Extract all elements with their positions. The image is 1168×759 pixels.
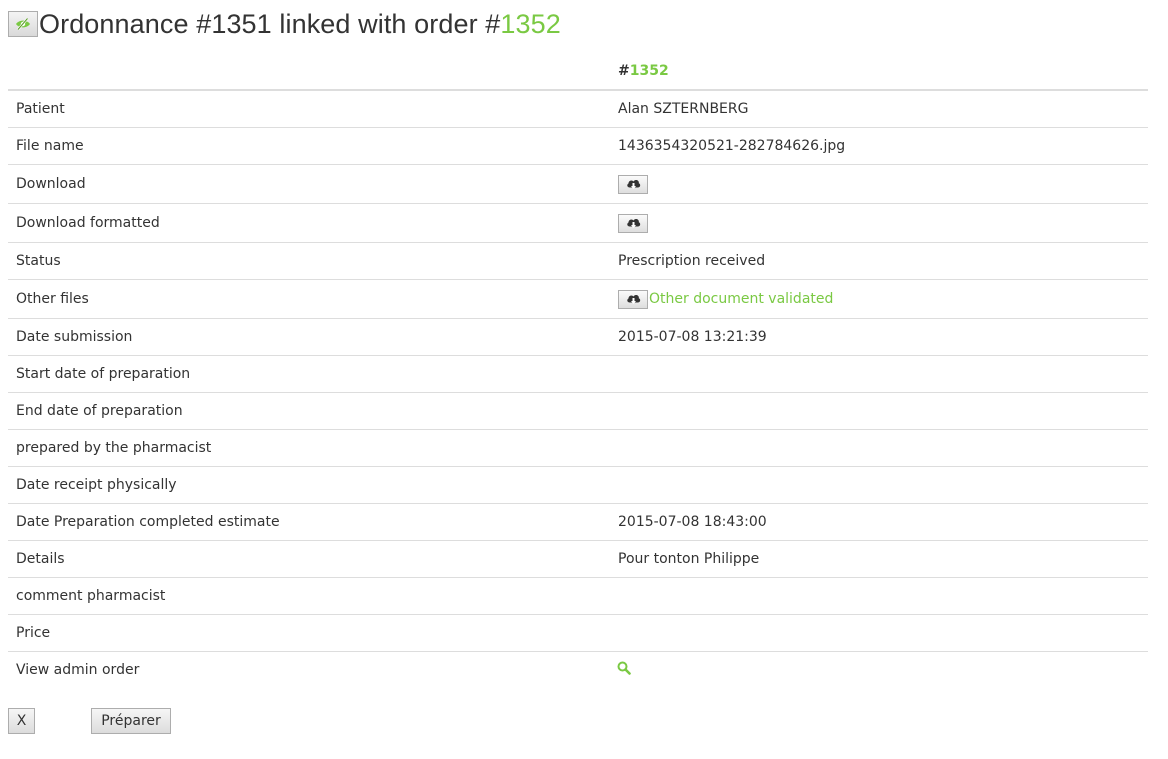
order-hash: # (618, 63, 630, 79)
prepare-button[interactable]: Préparer (91, 708, 171, 734)
prescription-details-table: #1352 Patient Alan SZTERNBERG File name … (8, 53, 1148, 688)
table-row-details: Details Pour tonton Philippe (8, 540, 1148, 578)
row-label: Start date of preparation (8, 355, 610, 393)
row-label: End date of preparation (8, 392, 610, 430)
prepared-by-value (610, 429, 1148, 467)
download-formatted-cell (610, 203, 1148, 243)
table-row-date-submission: Date submission 2015-07-08 13:21:39 (8, 318, 1148, 356)
status-value: Prescription received (610, 242, 1148, 280)
download-formatted-button[interactable] (618, 213, 648, 233)
table-row-download: Download (8, 164, 1148, 204)
row-label: Details (8, 540, 610, 578)
table-header-order: #1352 (610, 53, 1148, 91)
end-date-preparation-value (610, 392, 1148, 430)
table-row-other-files: Other files Other document validated (8, 279, 1148, 319)
download-cell (610, 164, 1148, 204)
row-label: Download (8, 164, 610, 204)
cloud-download-icon (626, 295, 640, 304)
search-icon (617, 661, 631, 675)
page-title: Ordonnance #1351 linked with order #1352 (39, 9, 561, 40)
row-label: Patient (16, 101, 65, 117)
view-admin-order-cell (610, 651, 1148, 688)
table-row-prepared-by: prepared by the pharmacist (8, 429, 1148, 467)
table-row-file-name: File name 1436354320521-282784626.jpg (8, 127, 1148, 165)
table-row-end-date-preparation: End date of preparation (8, 392, 1148, 430)
order-number-link[interactable]: 1352 (500, 9, 560, 39)
row-label: Other files (8, 279, 610, 319)
table-header-empty (8, 53, 610, 91)
toggle-visibility-button[interactable] (8, 11, 38, 37)
row-label: Price (8, 614, 610, 652)
table-row-start-date-preparation: Start date of preparation (8, 355, 1148, 393)
patient-value: Alan SZTERNBERG (618, 101, 749, 117)
table-row-date-receipt: Date receipt physically (8, 466, 1148, 504)
page-title-text: Ordonnance #1351 linked with order # (39, 8, 501, 39)
table-row-view-admin-order: View admin order (8, 651, 1148, 688)
price-value (610, 614, 1148, 652)
row-label: Date submission (8, 318, 610, 356)
other-file-download-button[interactable] (618, 289, 648, 309)
order-header-link[interactable]: 1352 (630, 63, 669, 79)
row-label: Date receipt physically (8, 466, 610, 504)
row-label: prepared by the pharmacist (8, 429, 610, 467)
table-row-date-completed-estimate: Date Preparation completed estimate 2015… (8, 503, 1148, 541)
close-button[interactable]: X (8, 708, 35, 734)
table-row-comment-pharmacist: comment pharmacist (8, 577, 1148, 615)
row-label: View admin order (8, 651, 610, 688)
row-label: File name (8, 127, 610, 165)
table-row-patient: Patient Alan SZTERNBERG (8, 90, 1148, 128)
table-row-download-formatted: Download formatted (8, 203, 1148, 243)
download-button[interactable] (618, 174, 648, 194)
start-date-preparation-value (610, 355, 1148, 393)
table-row-status: Status Prescription received (8, 242, 1148, 280)
eye-slash-icon (16, 17, 30, 31)
date-submission-value: 2015-07-08 13:21:39 (610, 318, 1148, 356)
cloud-download-icon (626, 219, 640, 228)
other-files-cell: Other document validated (610, 279, 1148, 319)
file-name-value: 1436354320521-282784626.jpg (610, 127, 1148, 165)
view-admin-order-link[interactable] (617, 661, 631, 679)
details-value: Pour tonton Philippe (610, 540, 1148, 578)
row-label: Download formatted (8, 203, 610, 243)
table-row-price: Price (8, 614, 1148, 652)
row-label: Date Preparation completed estimate (8, 503, 610, 541)
table-header-row: #1352 (8, 53, 1148, 91)
date-completed-estimate-value: 2015-07-08 18:43:00 (610, 503, 1148, 541)
date-receipt-value (610, 466, 1148, 504)
cloud-download-icon (626, 180, 640, 189)
row-label: comment pharmacist (8, 577, 610, 615)
page-header: Ordonnance #1351 linked with order #1352 (8, 8, 561, 40)
other-document-validated-link[interactable]: Other document validated (649, 291, 833, 307)
comment-pharmacist-value (610, 577, 1148, 615)
row-label: Status (8, 242, 610, 280)
